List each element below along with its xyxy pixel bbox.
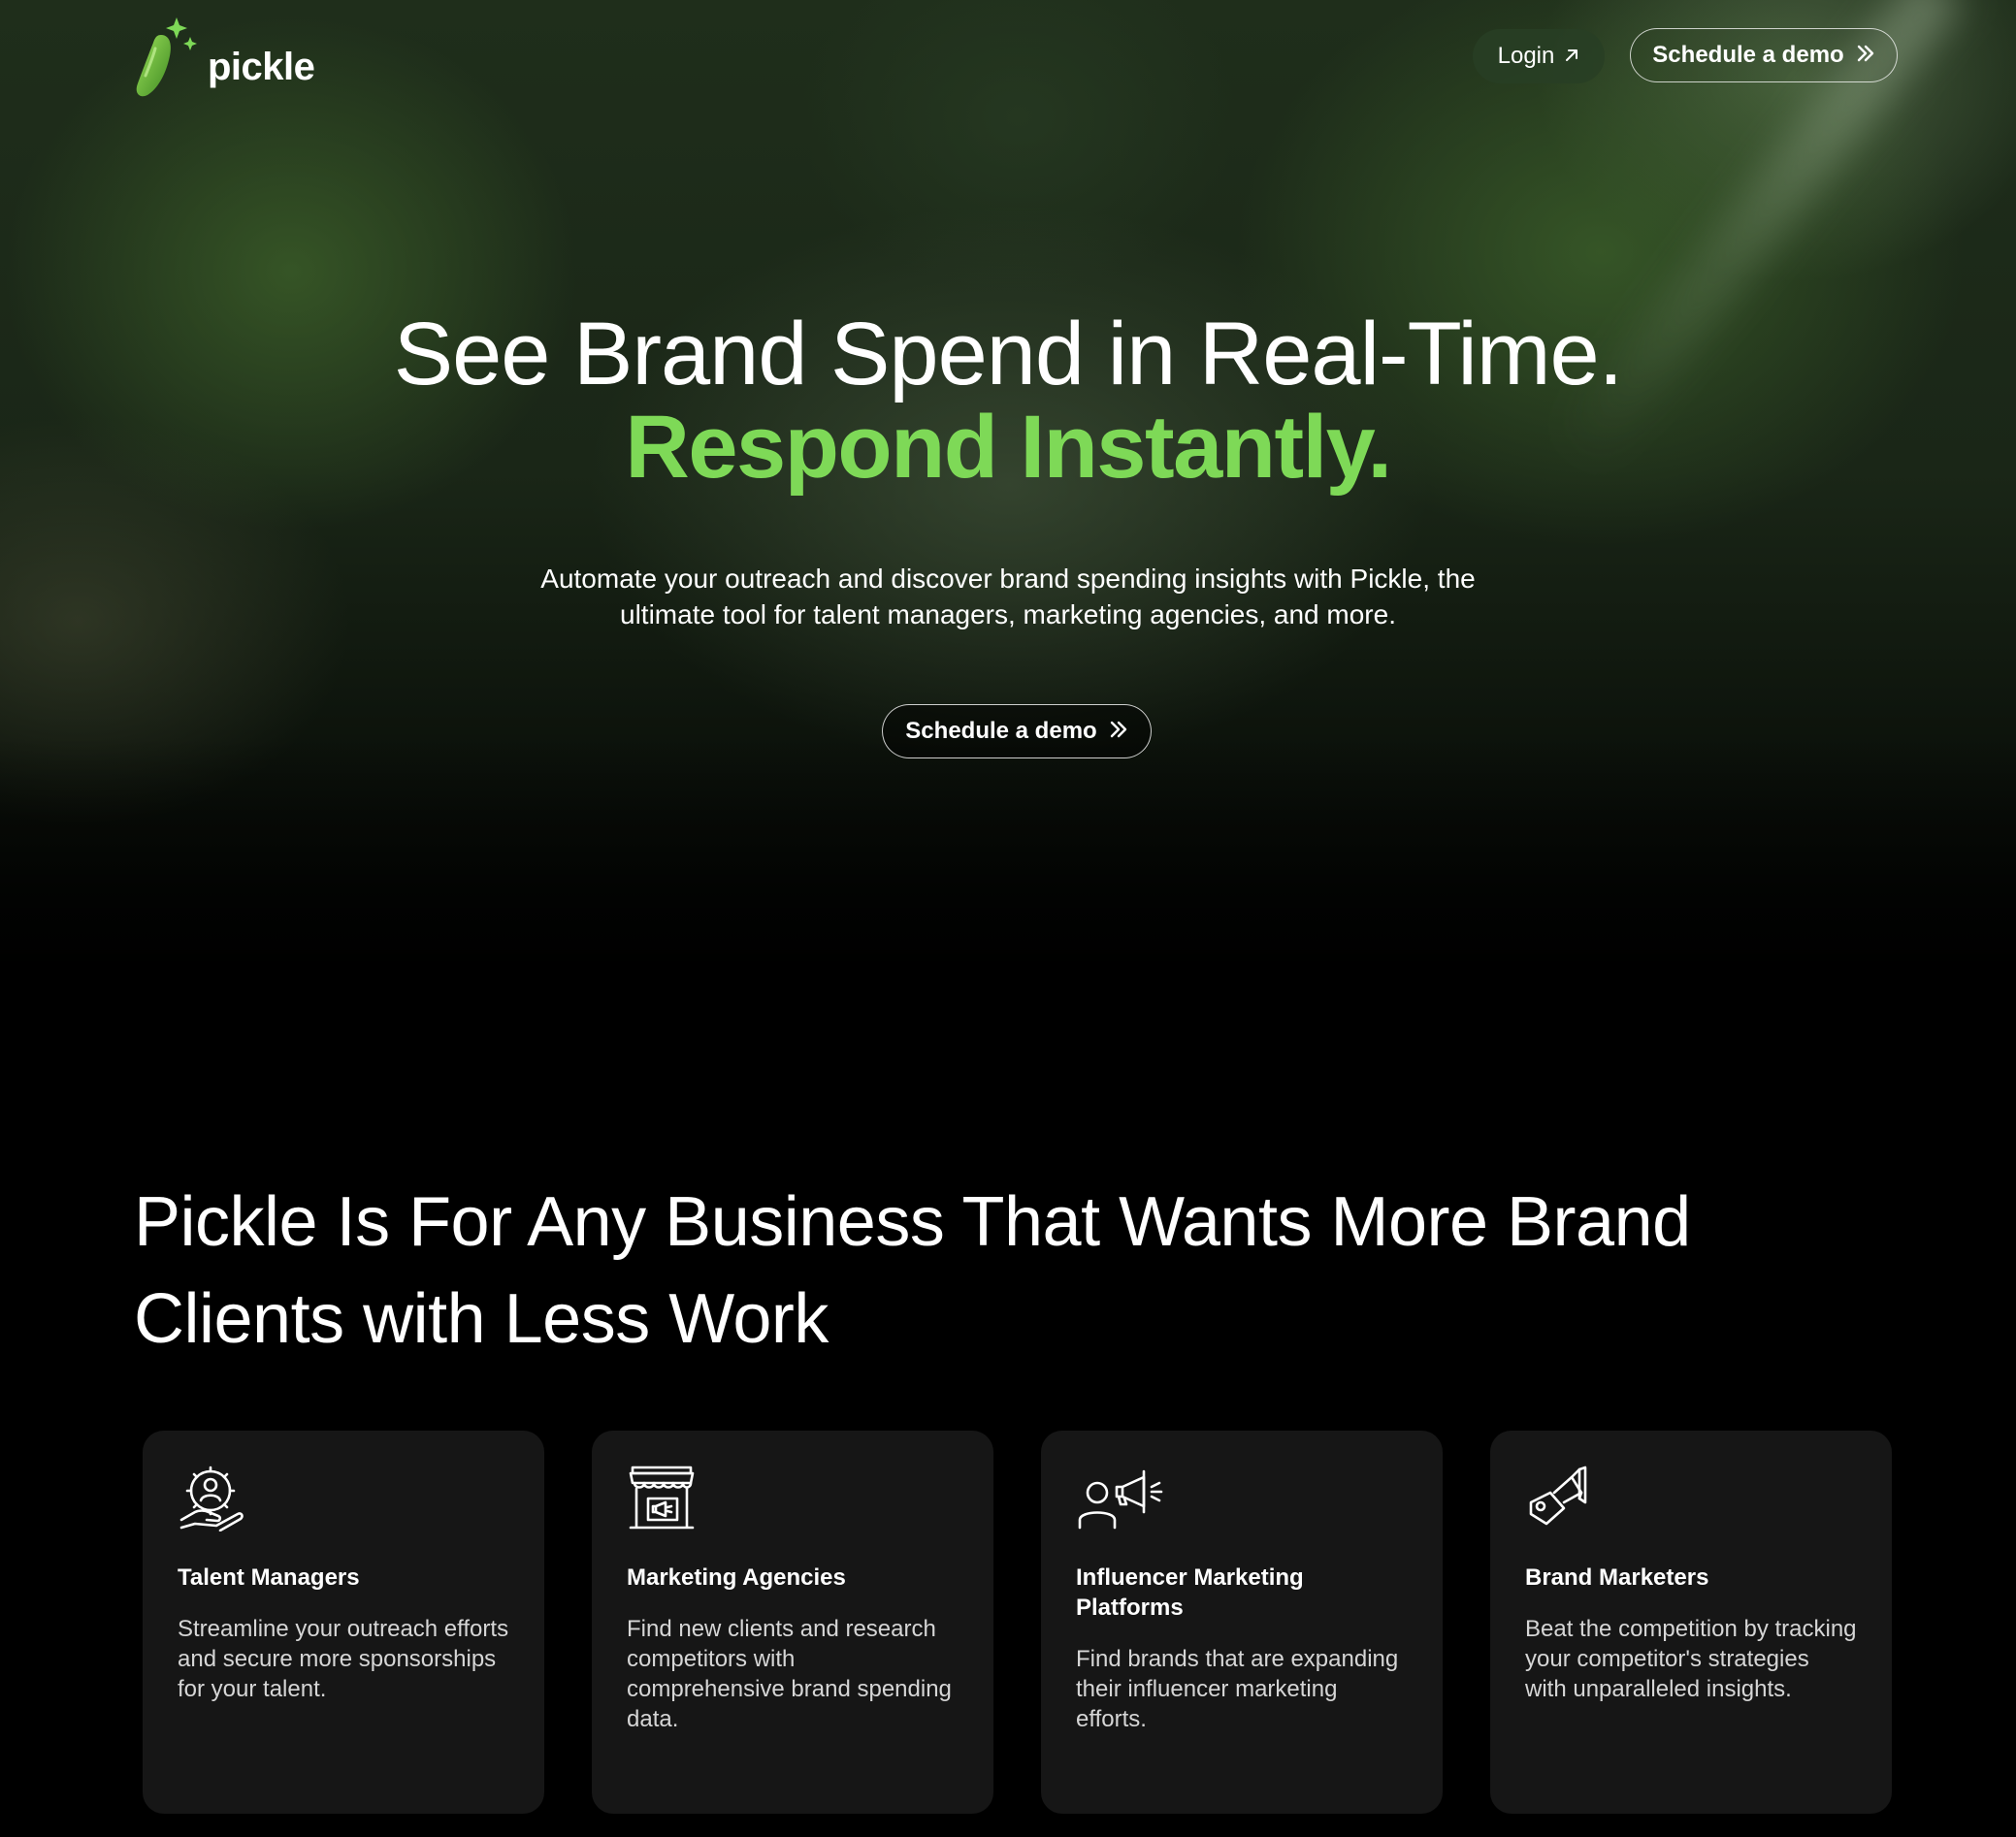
arrow-up-right-icon <box>1564 43 1579 70</box>
hero-fade <box>0 737 2016 1047</box>
double-chevron-right-icon <box>1856 42 1875 69</box>
schedule-demo-label: Schedule a demo <box>905 718 1097 744</box>
schedule-demo-hero-button[interactable]: Schedule a demo <box>882 704 1152 758</box>
hero-subheading: Automate your outreach and discover bran… <box>426 561 1590 632</box>
card-description: Find new clients and research competitor… <box>627 1616 952 1732</box>
card-description: Find brands that are expanding their inf… <box>1076 1646 1399 1732</box>
pickle-logo-icon <box>132 14 200 101</box>
top-navbar: pickle Login Schedule a demo <box>0 0 2016 116</box>
section-title-line: Clients with Less Work <box>134 1280 829 1358</box>
person-megaphone-icon <box>1076 1464 1163 1531</box>
pickle-logo[interactable]: pickle <box>132 14 315 101</box>
card-title: Brand Marketers <box>1525 1564 1709 1591</box>
login-button[interactable]: Login <box>1473 29 1605 83</box>
card-title: Influencer Marketing Platforms <box>1076 1564 1304 1621</box>
card-influencer-platforms: Influencer Marketing Platforms Find bran… <box>1041 1431 1443 1814</box>
schedule-demo-nav-button[interactable]: Schedule a demo <box>1630 28 1898 82</box>
card-title: Talent Managers <box>178 1564 360 1591</box>
section-title: Pickle Is For Any Business That Wants Mo… <box>134 1174 1919 1368</box>
tag-megaphone-icon <box>1525 1464 1597 1531</box>
landing-page: pickle Login Schedule a demo See Brand S… <box>0 0 2016 1837</box>
talent-gear-hand-icon <box>178 1464 249 1532</box>
card-talent-managers: Talent Managers Streamline your outreach… <box>143 1431 544 1814</box>
brand-name: pickle <box>208 45 315 88</box>
double-chevron-right-icon <box>1109 718 1128 745</box>
card-title: Marketing Agencies <box>627 1564 846 1591</box>
hero-subheading-line: ultimate tool for talent managers, marke… <box>620 599 1396 629</box>
schedule-demo-label: Schedule a demo <box>1652 42 1844 68</box>
hero-subheading-line: Automate your outreach and discover bran… <box>540 564 1476 594</box>
audience-cards: Talent Managers Streamline your outreach… <box>143 1431 1893 1814</box>
card-description: Beat the competition by tracking your co… <box>1525 1616 1857 1702</box>
hero-headline-accent: Respond Instantly. <box>625 398 1392 497</box>
card-brand-marketers: Brand Marketers Beat the competition by … <box>1490 1431 1892 1814</box>
card-description: Streamline your outreach efforts and sec… <box>178 1616 509 1702</box>
hero-headline: See Brand Spend in Real-Time. <box>393 305 1624 403</box>
card-marketing-agencies: Marketing Agencies Find new clients and … <box>592 1431 993 1814</box>
storefront-megaphone-icon <box>627 1464 699 1531</box>
section-title-line: Pickle Is For Any Business That Wants Mo… <box>134 1183 1691 1261</box>
login-label: Login <box>1497 43 1555 69</box>
